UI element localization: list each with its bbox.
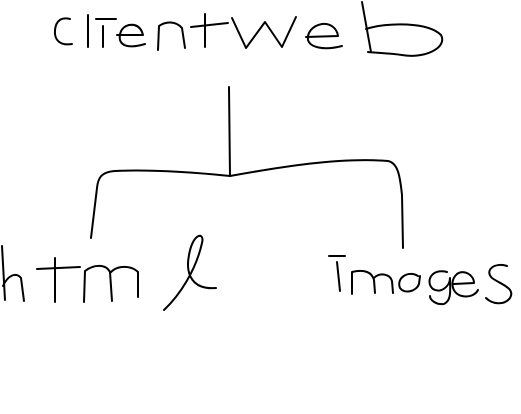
child-node-handwriting-html [1,234,217,311]
root-node-handwriting [53,1,444,57]
branch-line [90,169,231,239]
root-stem-line [228,86,231,177]
diagram-strokes [1,1,513,311]
branch-line [229,159,404,249]
tree-connectors [90,86,404,249]
diagram-canvas: clientweb html images [0,0,521,414]
child-node-handwriting-images [328,255,513,306]
